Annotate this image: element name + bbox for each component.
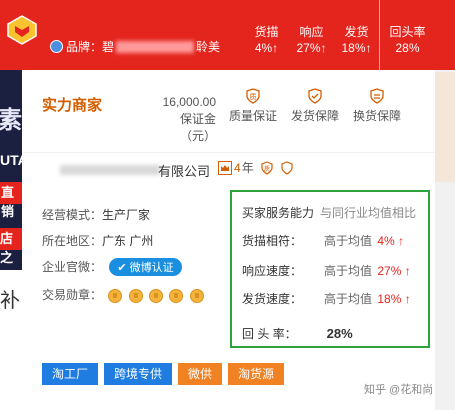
medal-icon [189, 288, 204, 303]
deposit-info: 16,000.00 保证金（元） [152, 94, 216, 145]
company-row: 有限公司 4 年 质 [22, 152, 435, 182]
svg-text:质: 质 [250, 92, 257, 101]
taohuoyuan-button[interactable]: 淘货源 [228, 363, 285, 385]
shop-header: 品牌： 碧 聆美 货描 4%↑ 响应 27%↑ 发货 18%↑ 回头率 28% [0, 0, 455, 70]
official-weibo: 企业官微： ✔ 微博认证 [42, 258, 182, 276]
quality-guarantee-icon: 质 [246, 88, 260, 104]
shipping-shield-icon [281, 160, 293, 175]
redacted-company-name [60, 165, 160, 175]
shipping-guarantee[interactable]: 发货保障 [289, 88, 341, 124]
crown-icon [218, 160, 232, 175]
cross-border-button[interactable]: 跨境专供 [104, 363, 173, 385]
company-name[interactable]: 有限公司 [158, 161, 210, 180]
service-row-response: 响应速度： 高于均值 27% ↑ [242, 264, 411, 278]
shop-metrics: 货描 4%↑ 响应 27%↑ 发货 18%↑ 回头率 28% [244, 0, 435, 70]
redacted-brand-name [116, 40, 195, 53]
banner-text: UTANG [0, 152, 22, 168]
strength-merchant-row: 实力商家 16,000.00 保证金（元） 质 质量保证 发货保障 换货保障 [22, 70, 435, 143]
exchange-guarantee-icon [370, 88, 384, 104]
brand-prefix: 品牌： [66, 40, 103, 54]
watermark: 知乎 @花和尚 [364, 384, 434, 396]
service-capability-box: 买家服务能力 与同行业均值相比 货描相符： 高于均值 4% ↑ 响应速度： 高于均值 … [230, 190, 430, 348]
return-rate-row: 回 头 率： 28% [242, 326, 353, 341]
weigong-button[interactable]: 微供 [178, 363, 223, 385]
shop-info-popup: 实力商家 16,000.00 保证金（元） 质 质量保证 发货保障 换货保障 有… [22, 70, 435, 410]
brand-icon [50, 40, 63, 53]
brand-name-first: 碧 [102, 40, 115, 54]
medal-icon [169, 288, 184, 303]
medal-icon [149, 288, 164, 303]
region: 所在地区：广东 广州 [42, 234, 154, 248]
taogongchang-button[interactable]: 淘工厂 [42, 363, 99, 385]
years-number: 4 [234, 160, 241, 175]
brand-name-suffix: 聆美 [196, 40, 221, 54]
metric-description: 货描 4%↑ [254, 25, 279, 55]
trade-medals: 交易勋章： [42, 286, 204, 303]
shipping-guarantee-icon [308, 88, 322, 104]
deposit-amount: 16,000.00 [162, 95, 216, 109]
tmall-shop-logo-icon[interactable] [4, 12, 40, 48]
metric-return-rate: 回头率 28% [379, 0, 435, 70]
quality-guarantee[interactable]: 质 质量保证 [227, 88, 279, 124]
metric-response: 响应 27%↑ [296, 25, 327, 55]
strength-merchant-label: 实力商家 [42, 97, 103, 114]
banner-text: 店之 [0, 228, 22, 265]
deposit-label: 保证金（元） [179, 112, 216, 143]
medal-icon [128, 288, 143, 303]
shop-brand-line[interactable]: 品牌： 碧 聆美 [50, 38, 220, 55]
medal-icon [108, 288, 123, 303]
banner-text: 直销 [0, 182, 22, 219]
background-page-left: 补 [0, 270, 22, 410]
weibo-verified-button[interactable]: ✔ 微博认证 [109, 258, 182, 276]
banner-text: 素 [0, 107, 22, 134]
business-mode: 经营模式：生产厂家 [42, 208, 151, 222]
svg-text:质: 质 [264, 165, 270, 173]
exchange-guarantee[interactable]: 换货保障 [351, 88, 403, 124]
channel-buttons: 淘工厂 跨境专供 微供 淘货源 [42, 363, 290, 385]
years-badge: 4 年 质 [218, 159, 294, 176]
service-row-shipping: 发货速度： 高于均值 18% ↑ [242, 292, 411, 306]
quality-shield-icon: 质 [261, 160, 273, 175]
metric-shipping: 发货 18%↑ [341, 25, 372, 55]
service-heading: 买家服务能力 与同行业均值相比 [242, 206, 417, 220]
banner-text: 补 [0, 290, 20, 312]
years-unit: 年 [241, 161, 254, 175]
service-row-description: 货描相符： 高于均值 4% ↑ [242, 234, 405, 248]
